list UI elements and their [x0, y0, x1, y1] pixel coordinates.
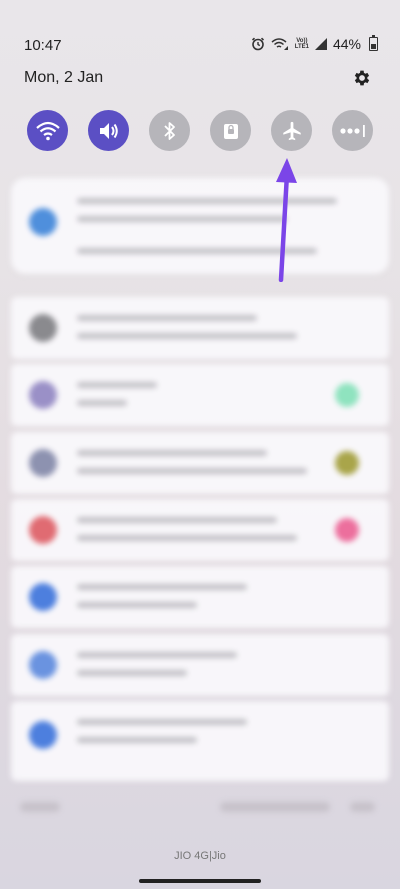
sound-toggle[interactable] — [88, 110, 129, 151]
wifi-toggle[interactable] — [27, 110, 68, 151]
quick-settings-row — [27, 110, 377, 152]
notification-item[interactable] — [11, 701, 389, 781]
bluetooth-icon — [163, 121, 177, 141]
volume-icon — [98, 121, 120, 141]
carrier-label: JIO 4G|Jio — [174, 850, 226, 862]
alarm-icon — [251, 37, 265, 51]
notification-item[interactable] — [11, 364, 389, 426]
navigation-handle[interactable] — [139, 879, 261, 883]
settings-gear-icon[interactable] — [352, 68, 372, 88]
annotation-arrow — [276, 158, 297, 282]
wifi-calling-icon — [271, 37, 289, 51]
lock-rotation-toggle[interactable] — [210, 110, 251, 151]
volte-indicator: Vo)) LTE1 — [294, 38, 309, 50]
lock-icon — [222, 121, 240, 141]
notification-group-blurred[interactable] — [11, 178, 389, 274]
more-tiles-toggle[interactable] — [332, 110, 373, 151]
battery-percentage: 44% — [332, 36, 361, 52]
status-icons: Vo)) LTE1 44% — [251, 35, 378, 52]
notification-item[interactable] — [11, 566, 389, 628]
notification-item[interactable] — [11, 297, 389, 359]
notification-item[interactable] — [11, 634, 389, 696]
status-time: 10:47 — [24, 37, 62, 54]
signal-icon — [314, 38, 327, 50]
date-label: Mon, 2 Jan — [24, 69, 104, 86]
status-bar: 10:47 Vo)) LTE1 44% — [0, 0, 400, 54]
notification-actions-blurred — [20, 796, 380, 818]
notification-item[interactable] — [11, 432, 389, 494]
wifi-icon — [35, 121, 60, 141]
airplane-icon — [281, 120, 303, 142]
airplane-mode-toggle[interactable] — [271, 110, 312, 151]
battery-icon — [369, 35, 378, 51]
notification-item[interactable] — [11, 499, 389, 561]
bluetooth-toggle[interactable] — [149, 110, 190, 151]
more-icon — [339, 124, 367, 138]
